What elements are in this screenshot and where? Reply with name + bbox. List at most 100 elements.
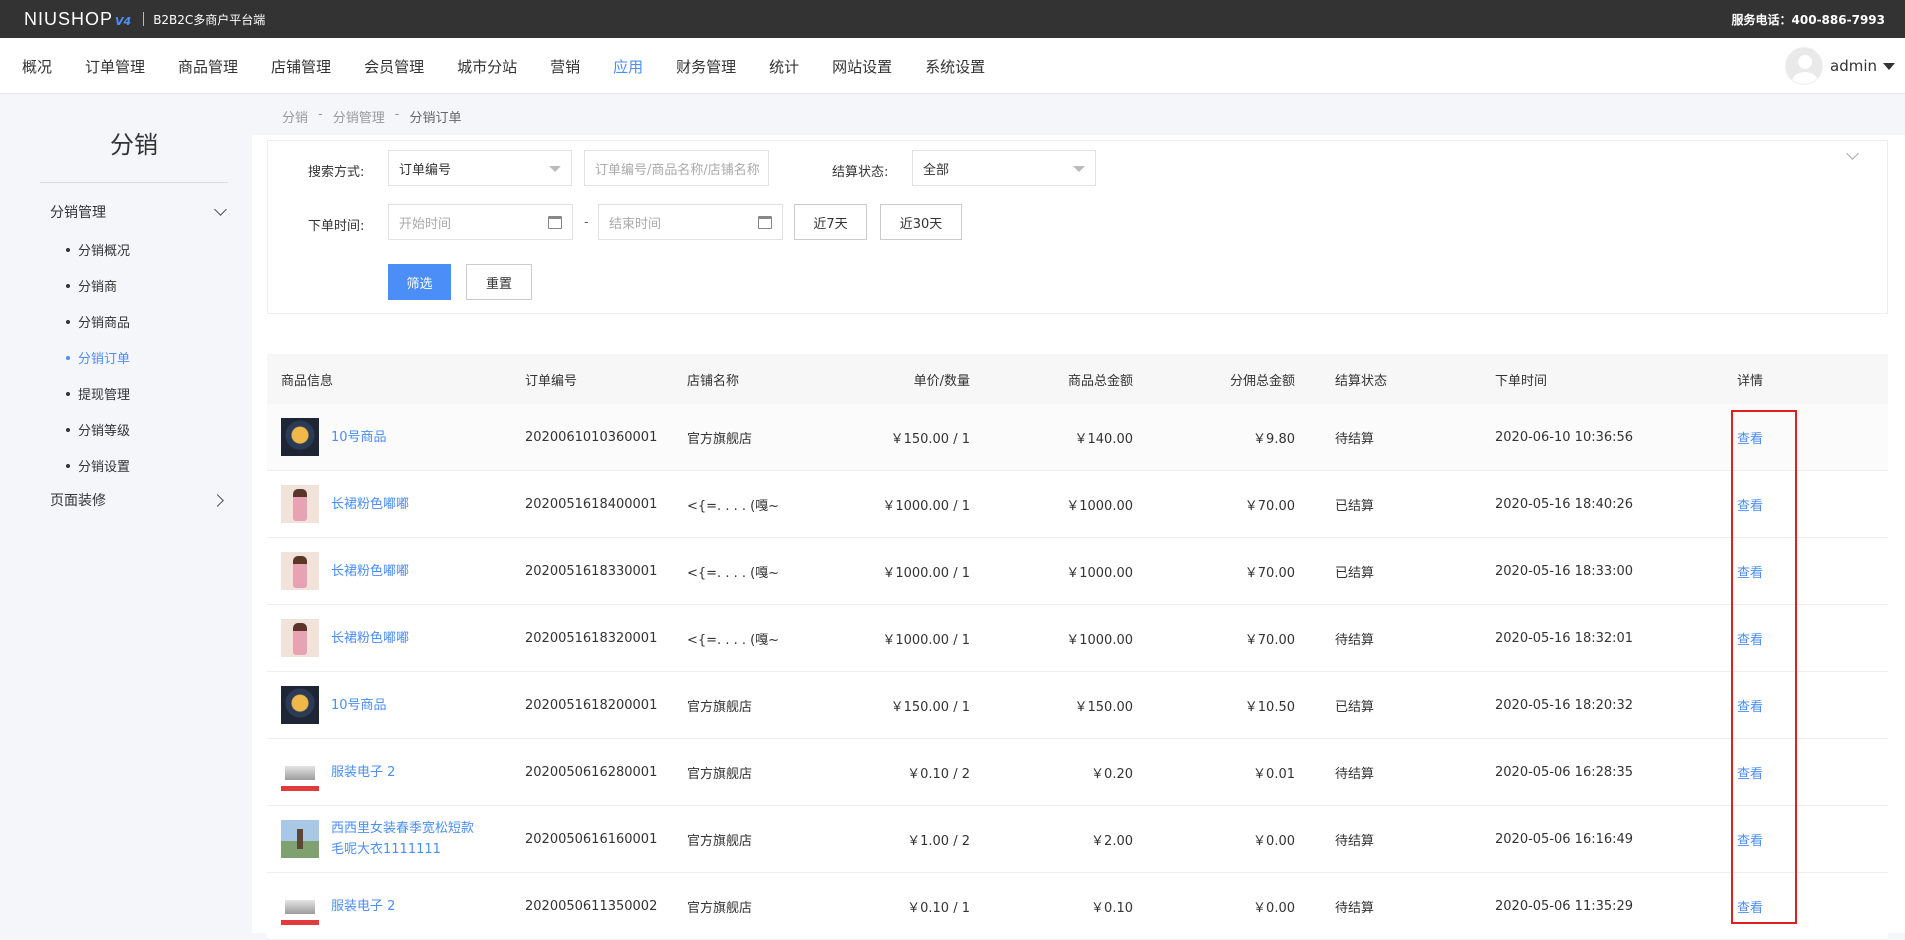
product-info: 服装电子 2 bbox=[281, 873, 501, 939]
settle-status: 待结算 bbox=[1335, 766, 1375, 782]
nav-item[interactable]: 财务管理 bbox=[676, 56, 736, 77]
nav-item[interactable]: 店铺管理 bbox=[271, 56, 331, 77]
order-time: 2020-05-16 18:40:26 bbox=[1495, 496, 1634, 512]
sidebar-item[interactable]: 分销概况 bbox=[66, 240, 130, 259]
price-quantity: ￥0.10 / 2 bbox=[907, 766, 970, 782]
commission-total: ￥9.80 bbox=[1253, 431, 1295, 447]
collapse-chevron-icon[interactable] bbox=[1846, 147, 1859, 160]
view-detail-link[interactable]: 查看 bbox=[1737, 471, 1797, 537]
product-info: 服装电子 2 bbox=[281, 739, 501, 805]
sidebar-item[interactable]: 分销订单 bbox=[66, 348, 130, 367]
start-time-input[interactable]: 开始时间 bbox=[388, 204, 573, 240]
breadcrumb-separator: - bbox=[318, 107, 323, 122]
goods-total: ￥2.00 bbox=[1091, 833, 1133, 849]
view-detail-link[interactable]: 查看 bbox=[1737, 806, 1797, 872]
settle-status: 待结算 bbox=[1335, 833, 1375, 849]
view-detail-link[interactable]: 查看 bbox=[1737, 538, 1797, 604]
nav-item[interactable]: 概况 bbox=[22, 56, 52, 77]
sidebar-item[interactable]: 分销商 bbox=[66, 276, 117, 295]
sidebar-item[interactable]: 分销设置 bbox=[66, 456, 130, 475]
dropdown-arrow-icon bbox=[549, 166, 561, 172]
sidebar-group-label: 分销管理 bbox=[50, 205, 106, 221]
nav-item[interactable]: 应用 bbox=[613, 56, 643, 77]
view-detail-link[interactable]: 查看 bbox=[1737, 404, 1797, 470]
nav-item[interactable]: 商品管理 bbox=[178, 56, 238, 77]
price-quantity: ￥150.00 / 1 bbox=[890, 699, 970, 715]
nav-item[interactable]: 城市分站 bbox=[457, 56, 517, 77]
user-name[interactable]: admin bbox=[1830, 57, 1877, 75]
nav-item[interactable]: 网站设置 bbox=[832, 56, 892, 77]
view-detail-link[interactable]: 查看 bbox=[1737, 739, 1797, 805]
view-detail-link[interactable]: 查看 bbox=[1737, 873, 1797, 939]
settle-status-select[interactable]: 全部 bbox=[912, 150, 1096, 186]
goods-total: ￥1000.00 bbox=[1066, 632, 1133, 648]
breadcrumb: 分销 - 分销管理 - 分销订单 bbox=[282, 107, 471, 126]
user-menu[interactable]: admin bbox=[1785, 46, 1895, 86]
breadcrumb-item[interactable]: 分销管理 bbox=[333, 107, 385, 126]
sidebar-item-label: 分销订单 bbox=[78, 352, 131, 367]
product-name-link[interactable]: 长裙粉色嘟嘟 bbox=[331, 494, 409, 515]
table-row: 服装电子 2 2020050611350002 官方旗舰店 ￥0.10 / 1 ￥0.1… bbox=[267, 873, 1888, 940]
sidebar-group-page-decoration[interactable]: 页面装修 bbox=[50, 490, 225, 510]
sidebar-group-label: 页面装修 bbox=[50, 493, 106, 509]
product-name-link[interactable]: 服装电子 2 bbox=[331, 896, 395, 917]
search-type-select[interactable]: 订单编号 bbox=[388, 150, 572, 186]
product-name-link[interactable]: 10号商品 bbox=[331, 695, 387, 716]
sidebar-item-label: 提现管理 bbox=[78, 388, 131, 403]
product-info: 西西里女装春季宽松短款 毛呢大衣1111111 bbox=[281, 806, 501, 872]
view-detail-link[interactable]: 查看 bbox=[1737, 605, 1797, 671]
sidebar-item-label: 分销商 bbox=[78, 280, 118, 295]
logo: NIUSHOP bbox=[24, 8, 114, 29]
commission-total: ￥70.00 bbox=[1244, 565, 1295, 581]
sidebar-item[interactable]: 提现管理 bbox=[66, 384, 130, 403]
nav-item[interactable]: 系统设置 bbox=[925, 56, 985, 77]
table-row: 服装电子 2 2020050616280001 官方旗舰店 ￥0.10 / 2 ￥0.2… bbox=[267, 739, 1888, 806]
sidebar-group-distribution[interactable]: 分销管理 bbox=[50, 202, 227, 222]
column-header: 商品信息 bbox=[281, 373, 334, 389]
order-number: 2020050611350002 bbox=[525, 898, 658, 914]
shop-name: 官方旗舰店 bbox=[687, 766, 753, 782]
column-header: 订单编号 bbox=[525, 373, 578, 389]
bullet-icon bbox=[66, 283, 70, 288]
nav-item[interactable]: 订单管理 bbox=[85, 56, 145, 77]
nav-items: 概况 订单管理 商品管理 店铺管理 会员管理 城市分站 营销 应用 财务管理 统计 网站设置 系统设置 bbox=[22, 38, 1018, 94]
price-quantity: ￥0.10 / 1 bbox=[907, 900, 970, 916]
product-name-link[interactable]: 长裙粉色嘟嘟 bbox=[331, 561, 409, 582]
orders-table: 商品信息 订单编号 店铺名称 单价/数量 商品总金额 分佣总金额 结算状态 下单时间 详情 10… bbox=[267, 354, 1888, 940]
product-name-line: 西西里女装春季宽松短款 bbox=[331, 821, 475, 836]
nav-item[interactable]: 统计 bbox=[769, 56, 799, 77]
shop-name: <{=. . . . (嘎~ bbox=[687, 498, 780, 514]
goods-total: ￥140.00 bbox=[1074, 431, 1134, 447]
product-thumbnail bbox=[281, 753, 319, 791]
product-thumbnail bbox=[281, 887, 319, 925]
end-time-input[interactable]: 结束时间 bbox=[598, 204, 783, 240]
product-thumbnail bbox=[281, 686, 319, 724]
product-info: 长裙粉色嘟嘟 bbox=[281, 471, 501, 537]
reset-button[interactable]: 重置 bbox=[466, 264, 532, 300]
breadcrumb-item[interactable]: 分销 bbox=[282, 107, 308, 126]
last-30-days-button[interactable]: 近30天 bbox=[880, 204, 962, 240]
start-time-placeholder: 开始时间 bbox=[399, 216, 452, 232]
order-time: 2020-05-06 16:16:49 bbox=[1495, 831, 1634, 847]
sidebar-item[interactable]: 分销商品 bbox=[66, 312, 130, 331]
settle-status: 已结算 bbox=[1335, 699, 1375, 715]
product-name-link[interactable]: 10号商品 bbox=[331, 427, 387, 448]
price-quantity: ￥1000.00 / 1 bbox=[882, 498, 970, 514]
nav-item[interactable]: 营销 bbox=[550, 56, 580, 77]
product-name-link[interactable]: 西西里女装春季宽松短款 毛呢大衣1111111 bbox=[331, 818, 474, 860]
settle-status: 待结算 bbox=[1335, 632, 1375, 648]
product-name-link[interactable]: 长裙粉色嘟嘟 bbox=[331, 628, 409, 649]
commission-total: ￥70.00 bbox=[1244, 632, 1295, 648]
column-header: 店铺名称 bbox=[687, 373, 740, 389]
avatar[interactable] bbox=[1785, 47, 1823, 85]
bullet-icon bbox=[66, 355, 70, 360]
filter-button[interactable]: 筛选 bbox=[388, 264, 451, 300]
caret-down-icon[interactable] bbox=[1883, 62, 1895, 70]
last-7-days-button[interactable]: 近7天 bbox=[794, 204, 867, 240]
sidebar-item[interactable]: 分销等级 bbox=[66, 420, 130, 439]
product-name-link[interactable]: 服装电子 2 bbox=[331, 762, 395, 783]
nav-item[interactable]: 会员管理 bbox=[364, 56, 424, 77]
order-number: 2020051618400001 bbox=[525, 496, 658, 512]
view-detail-link[interactable]: 查看 bbox=[1737, 672, 1797, 738]
keyword-input[interactable]: 订单编号/商品名称/店铺名称 bbox=[584, 150, 769, 186]
